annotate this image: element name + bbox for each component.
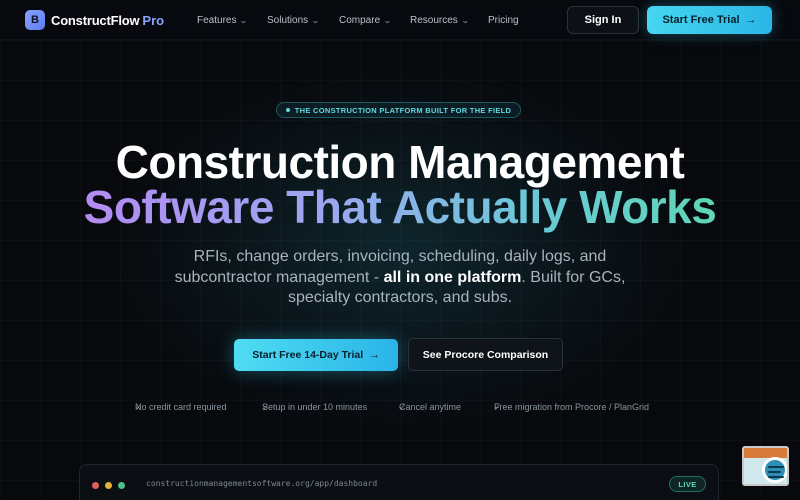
nav-item-features[interactable]: Features ⌄	[197, 0, 249, 40]
window-maximize-dot-icon	[118, 482, 125, 489]
nav-item-label: Solutions	[267, 14, 309, 26]
subtitle-emphasis: all in one platform	[383, 268, 522, 286]
brand-suffix: Pro	[142, 12, 165, 28]
hero-title-gradient-text: Software That Actually Works	[83, 181, 717, 233]
chevron-down-icon: ⌄	[239, 15, 249, 25]
sign-in-button[interactable]: Sign In	[567, 6, 639, 34]
dashboard-preview-window: constructionmanagementsoftware.org/app/d…	[79, 464, 719, 500]
chat-line-icon	[768, 471, 781, 473]
nav-item-label: Resources	[410, 14, 458, 26]
check-item-label: Free migration from Procore / PlanGrid	[494, 402, 650, 412]
button-label: Start Free Trial	[662, 14, 740, 26]
arrow-right-icon: →	[369, 349, 380, 361]
nav-item-solutions[interactable]: Solutions ⌄	[267, 0, 320, 40]
window-close-dot-icon	[92, 482, 99, 489]
arrow-right-icon: →	[745, 14, 757, 26]
hero-title-line2: Software That Actually Works	[0, 181, 800, 233]
chevron-down-icon: ⌄	[383, 15, 392, 25]
check-item-label: Cancel anytime	[399, 402, 462, 412]
check-item-label: Setup in under 10 minutes	[262, 402, 368, 412]
top-navigation: B ConstructFlow Pro Features ⌄ Solutions…	[0, 0, 800, 40]
see-procore-comparison-button[interactable]: See Procore Comparison	[408, 338, 563, 371]
chat-widget-icon[interactable]	[742, 446, 789, 486]
button-label: Start Free 14-Day Trial	[252, 349, 364, 361]
chat-widget-header	[744, 448, 787, 458]
chat-line-icon	[768, 476, 784, 478]
feature-checklist: ✓ No credit card required ✓ Setup in under…	[0, 402, 800, 416]
nav-item-compare[interactable]: Compare ⌄	[339, 0, 392, 40]
nav-item-label: Features	[197, 14, 237, 26]
nav-item-label: Pricing	[488, 14, 519, 26]
nav-item-label: Compare	[339, 14, 381, 26]
start-14-day-trial-button[interactable]: Start Free 14-Day Trial →	[234, 339, 398, 371]
logo-mark-icon: B	[25, 10, 45, 30]
brand-name: ConstructFlow	[51, 12, 140, 28]
nav-item-pricing[interactable]: Pricing	[488, 0, 519, 40]
window-minimize-dot-icon	[105, 482, 112, 489]
start-free-trial-button[interactable]: Start Free Trial →	[647, 6, 772, 34]
preview-url: constructionmanagementsoftware.org/app/d…	[146, 479, 378, 488]
hero-badge: THE CONSTRUCTION PLATFORM BUILT FOR THE …	[276, 102, 521, 118]
live-badge: LIVE	[669, 476, 706, 492]
chevron-down-icon: ⌄	[460, 15, 470, 25]
chat-line-icon	[768, 466, 784, 468]
hero-subtitle: RFIs, change orders, invoicing, scheduli…	[150, 247, 650, 309]
chat-bubble-icon	[762, 457, 787, 483]
badge-dot-icon	[285, 108, 290, 112]
brand-logo[interactable]: B ConstructFlow Pro	[25, 10, 164, 30]
chevron-down-icon: ⌄	[311, 15, 320, 25]
check-item-label: No credit card required	[135, 402, 227, 412]
nav-item-resources[interactable]: Resources ⌄	[410, 0, 470, 40]
badge-text: THE CONSTRUCTION PLATFORM BUILT FOR THE …	[294, 105, 512, 115]
